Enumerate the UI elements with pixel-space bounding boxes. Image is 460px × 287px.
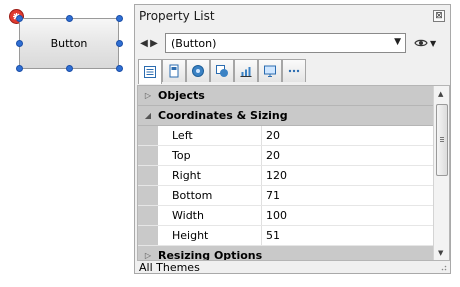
states-icon [216,65,228,77]
scrollbar-thumb[interactable] [436,104,448,176]
style-icon [192,65,204,77]
panel-title-bar: Property List [135,5,450,27]
category-resizing[interactable]: ▷ Resizing Options [138,246,433,261]
property-name: Top [158,146,262,165]
property-value[interactable]: 120 [262,166,433,185]
resize-handle-s[interactable] [66,65,73,72]
resize-handle-n[interactable] [66,15,73,22]
property-row[interactable]: Bottom 71 [138,186,433,206]
resize-handle-ne[interactable] [116,15,123,22]
property-list-icon [144,66,156,78]
object-dropdown-value: (Button) [171,36,217,50]
property-grid: ▷ Objects ◢ Coordinates & Sizing Left 20… [137,85,450,261]
back-arrow-icon[interactable]: ◀ [139,36,149,50]
category-label: Objects [158,89,205,102]
panel-title: Property List [139,9,215,23]
category-label: Resizing Options [158,249,263,261]
category-objects[interactable]: ▷ Objects [138,86,433,106]
tab-display[interactable] [258,59,282,82]
property-row[interactable]: Left 20 [138,126,433,146]
tab-states[interactable] [210,59,234,82]
close-icon[interactable]: ⊠ [433,10,445,22]
tab-chart[interactable] [234,59,258,82]
expand-triangle-icon: ▷ [144,91,152,100]
property-name: Bottom [158,186,262,205]
object-selector-row: ◀ ▶ (Button) ▼ ▼ [139,33,445,53]
resize-handle-nw[interactable] [16,15,23,22]
forward-arrow-icon[interactable]: ▶ [149,36,159,50]
property-row[interactable]: Height 51 [138,226,433,246]
property-tabs [138,59,446,84]
page-icon [169,64,179,78]
property-name: Height [158,226,262,245]
eye-icon[interactable] [414,36,428,50]
property-value[interactable]: 51 [262,226,433,245]
property-list-panel: Property List ⊠ ◀ ▶ (Button) ▼ ▼ ▷ Objec… [134,4,451,274]
more-icon [288,69,300,73]
eye-dropdown-icon[interactable]: ▼ [430,39,436,48]
object-dropdown[interactable]: (Button) ▼ [165,33,406,53]
property-row[interactable]: Width 100 [138,206,433,226]
scroll-up-icon[interactable]: ▲ [438,90,443,98]
canvas-button-label: Button [50,37,88,50]
property-name: Width [158,206,262,225]
category-coordinates[interactable]: ◢ Coordinates & Sizing [138,106,433,126]
tab-properties[interactable] [138,59,162,84]
property-value[interactable]: 20 [262,146,433,165]
vertical-scrollbar[interactable]: ▲ ▼ [433,86,449,260]
resize-grip-icon[interactable] [439,263,447,271]
canvas-button[interactable]: Button [19,18,119,69]
property-value[interactable]: 100 [262,206,433,225]
collapse-triangle-icon: ◢ [144,111,152,120]
property-value[interactable]: 71 [262,186,433,205]
resize-handle-sw[interactable] [16,65,23,72]
tab-more[interactable] [282,59,306,82]
resize-handle-w[interactable] [16,40,23,47]
scroll-down-icon[interactable]: ▼ [438,249,443,257]
property-row[interactable]: Right 120 [138,166,433,186]
property-value[interactable]: 20 [262,126,433,145]
property-name: Right [158,166,262,185]
property-row[interactable]: Top 20 [138,146,433,166]
resize-handle-e[interactable] [116,40,123,47]
category-label: Coordinates & Sizing [158,109,288,122]
property-name: Left [158,126,262,145]
chart-icon [240,67,252,77]
resize-handle-se[interactable] [116,65,123,72]
chevron-down-icon: ▼ [394,37,401,47]
monitor-icon [264,65,276,77]
tab-style[interactable] [186,59,210,82]
tab-page[interactable] [162,59,186,82]
status-text: All Themes [139,261,200,274]
expand-triangle-icon: ▷ [144,251,152,260]
